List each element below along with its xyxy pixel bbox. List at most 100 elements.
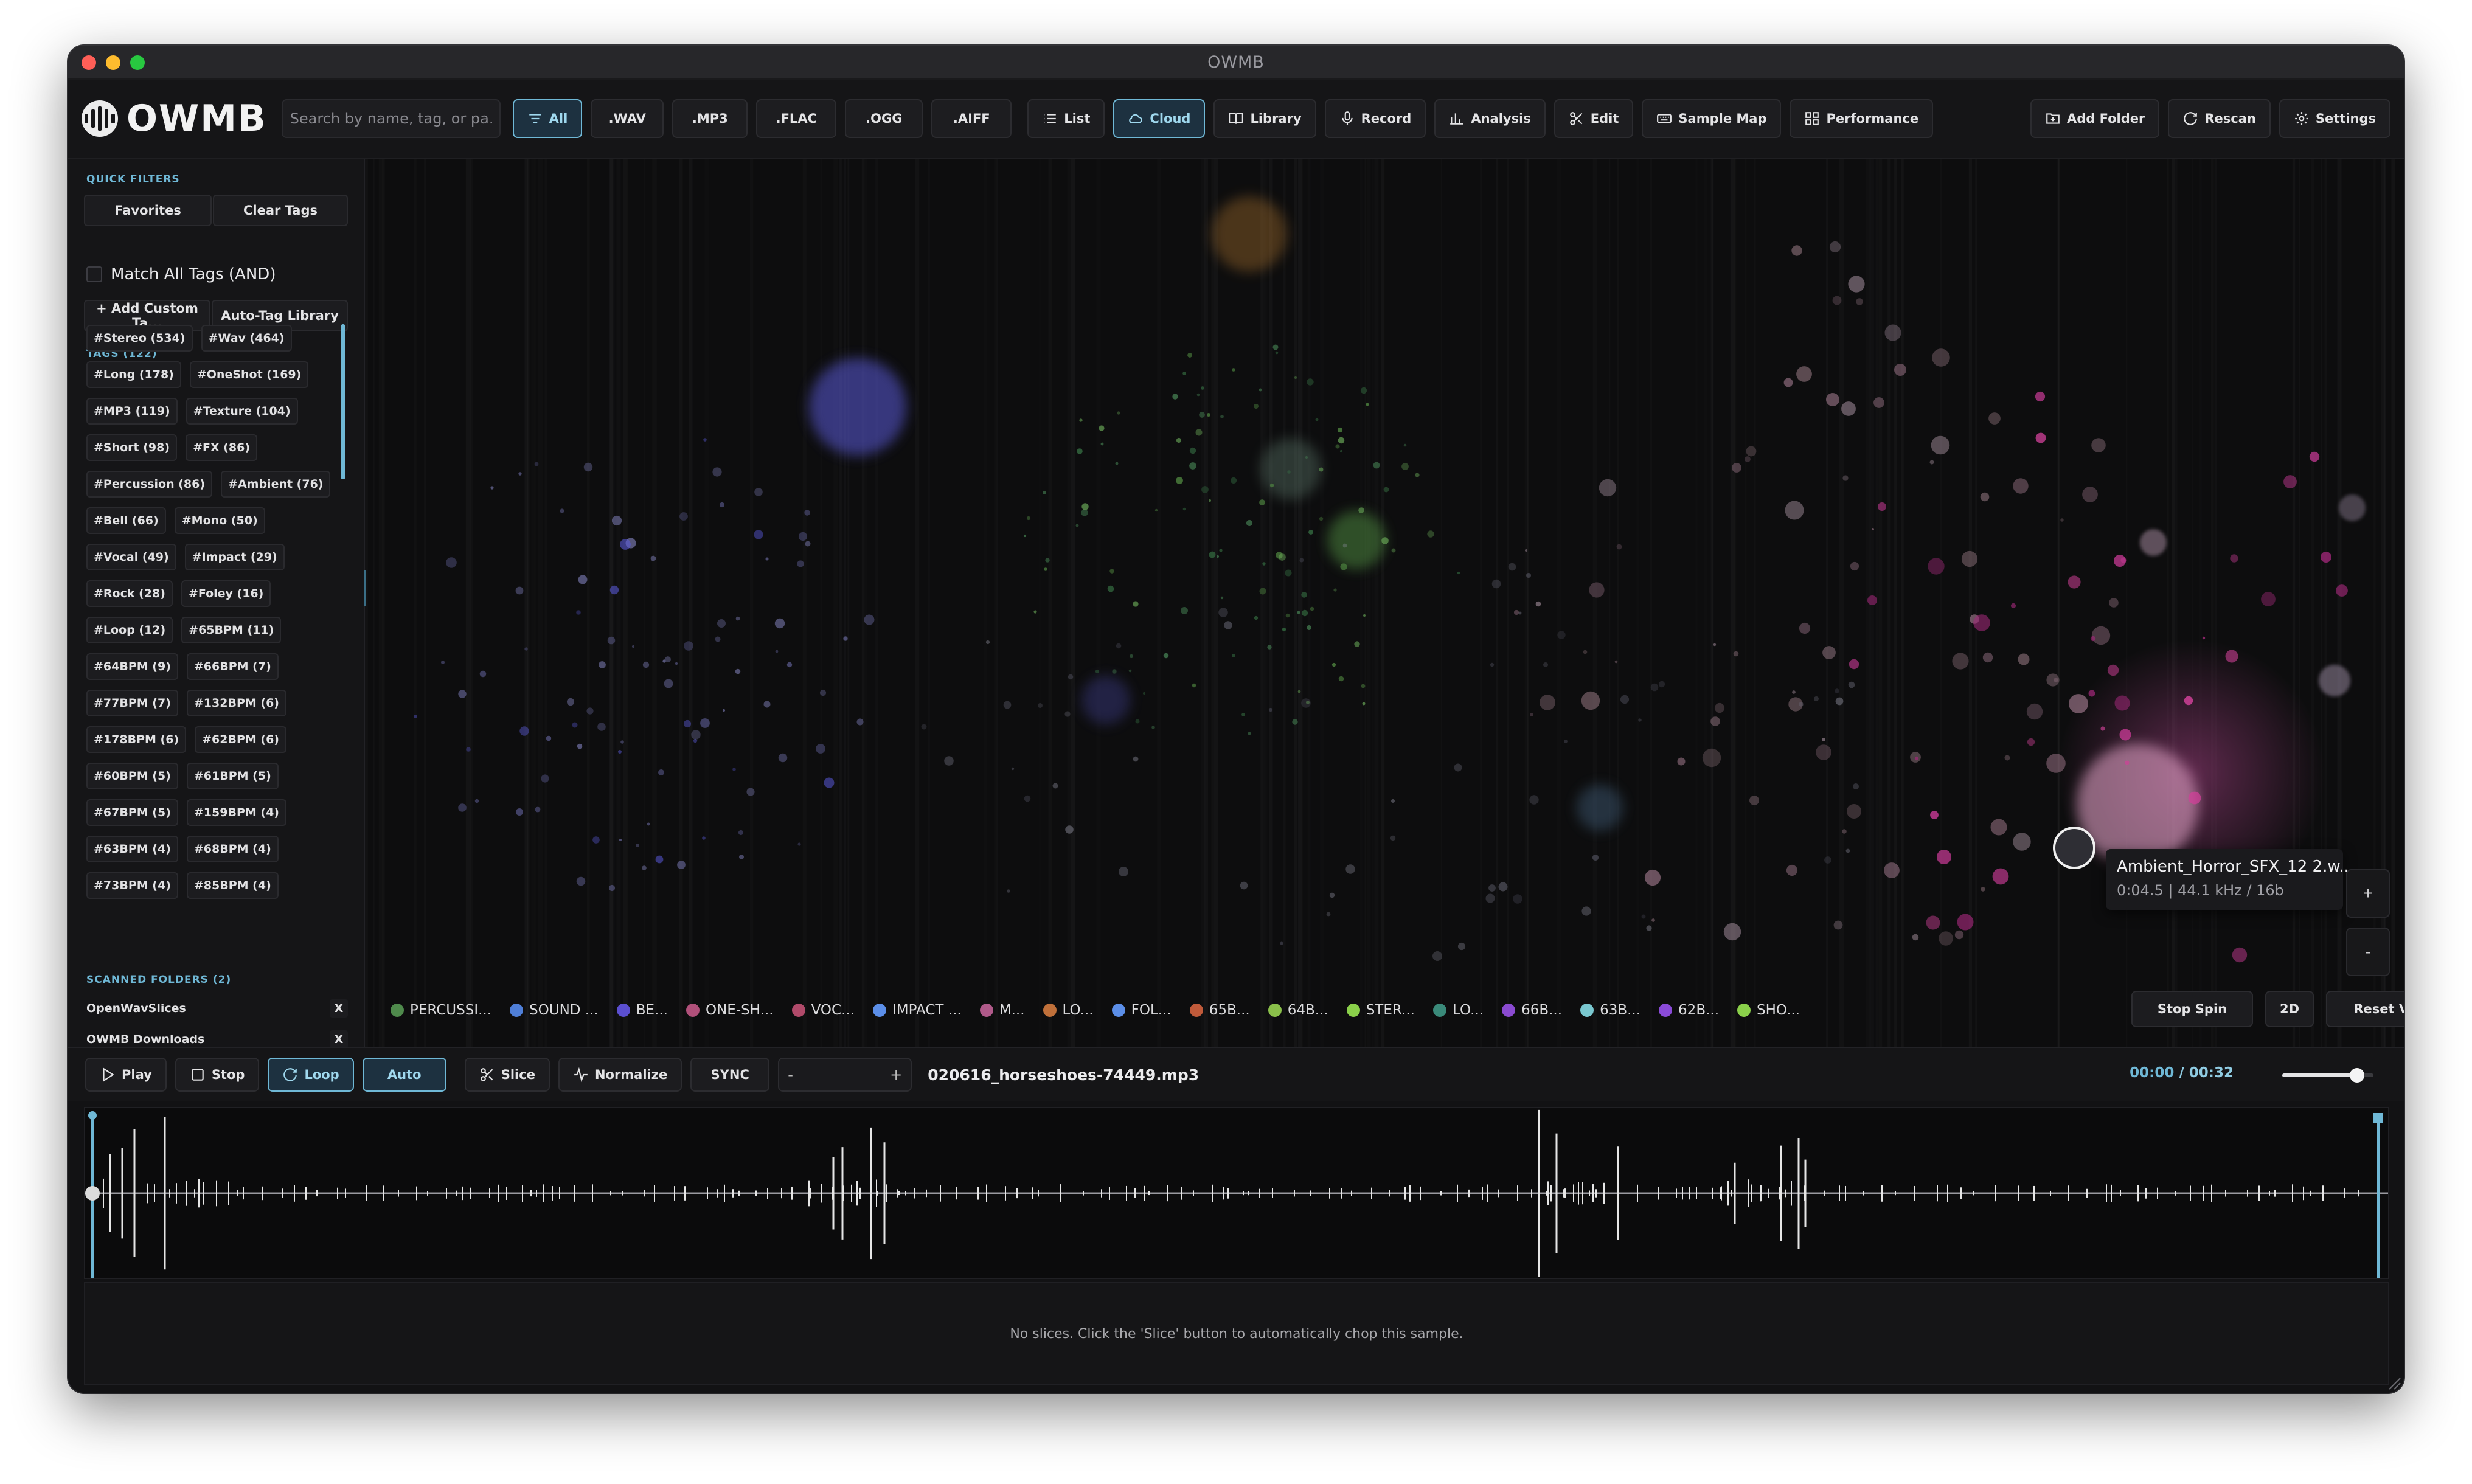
sample-point[interactable] bbox=[642, 661, 650, 668]
view-record-button[interactable]: Record bbox=[1324, 99, 1426, 138]
sample-point[interactable] bbox=[647, 822, 650, 826]
sample-point[interactable] bbox=[1052, 783, 1058, 789]
sample-point[interactable] bbox=[1230, 477, 1237, 484]
sample-point[interactable] bbox=[1786, 864, 1798, 876]
sample-point[interactable] bbox=[1733, 651, 1739, 657]
sample-point[interactable] bbox=[441, 661, 445, 664]
sample-point[interactable] bbox=[774, 618, 785, 629]
sample-point[interactable] bbox=[797, 842, 801, 846]
sample-point[interactable] bbox=[1518, 611, 1522, 615]
sample-point[interactable] bbox=[2026, 703, 2043, 720]
sample-point[interactable] bbox=[1849, 659, 1859, 670]
filter-wav-button[interactable]: .WAV bbox=[591, 99, 664, 138]
sample-point[interactable] bbox=[797, 560, 804, 567]
sample-point[interactable] bbox=[1848, 276, 1865, 293]
sample-point[interactable] bbox=[1488, 884, 1496, 892]
sample-point[interactable] bbox=[466, 747, 471, 752]
sample-point[interactable] bbox=[1007, 889, 1010, 893]
sample-point[interactable] bbox=[1540, 695, 1555, 710]
sample-point[interactable] bbox=[642, 865, 647, 870]
sample-point[interactable] bbox=[1872, 528, 1874, 530]
sample-point[interactable] bbox=[1616, 544, 1622, 550]
rescan-button[interactable]: Rescan bbox=[2168, 99, 2271, 138]
sample-point[interactable] bbox=[715, 636, 721, 642]
sample-point[interactable] bbox=[2091, 626, 2111, 645]
tag-chip[interactable]: #132BPM (6) bbox=[186, 690, 286, 716]
sample-point[interactable] bbox=[519, 726, 529, 736]
sample-point[interactable] bbox=[1485, 893, 1495, 903]
sample-point[interactable] bbox=[1033, 610, 1037, 614]
sample-point[interactable] bbox=[1931, 435, 1950, 455]
sample-point[interactable] bbox=[1961, 550, 1978, 567]
sample-point[interactable] bbox=[446, 557, 457, 568]
sample-point[interactable] bbox=[1535, 601, 1541, 607]
sample-point[interactable] bbox=[1954, 930, 1964, 940]
sample-point[interactable] bbox=[599, 661, 606, 668]
sample-point[interactable] bbox=[1702, 748, 1721, 768]
sample-point[interactable] bbox=[1248, 732, 1251, 735]
sample-point[interactable] bbox=[658, 769, 664, 775]
tag-chip[interactable]: #68BPM (4) bbox=[186, 836, 279, 862]
sample-point[interactable] bbox=[1297, 611, 1300, 614]
stop-button[interactable]: Stop bbox=[175, 1058, 260, 1092]
sample-point[interactable] bbox=[2261, 592, 2276, 606]
sample-point[interactable] bbox=[1583, 650, 1588, 654]
sample-point[interactable] bbox=[1842, 829, 1847, 834]
sample-point[interactable] bbox=[1172, 394, 1178, 400]
bpm-decrement-button[interactable]: - bbox=[788, 1066, 793, 1083]
sample-point[interactable] bbox=[1310, 606, 1314, 611]
sample-point[interactable] bbox=[2035, 391, 2046, 402]
tag-chip[interactable]: #Vocal (49) bbox=[86, 544, 176, 570]
sample-point[interactable] bbox=[1279, 553, 1286, 561]
sample-point[interactable] bbox=[1023, 534, 1027, 538]
sample-point[interactable] bbox=[516, 808, 523, 816]
view-cloud-button[interactable]: Cloud bbox=[1113, 99, 1206, 138]
close-window-button[interactable] bbox=[82, 55, 96, 70]
sample-point[interactable] bbox=[1308, 530, 1313, 535]
sample-point[interactable] bbox=[2339, 494, 2366, 521]
filter-all-button[interactable]: All bbox=[512, 99, 583, 138]
sample-point[interactable] bbox=[765, 557, 769, 561]
sample-point[interactable] bbox=[1457, 942, 1466, 951]
sample-point[interactable] bbox=[1297, 690, 1301, 693]
sample-point[interactable] bbox=[665, 656, 671, 662]
sample-point[interactable] bbox=[1259, 588, 1266, 595]
sample-point[interactable] bbox=[1107, 585, 1114, 592]
sample-point[interactable] bbox=[1982, 652, 1993, 663]
tag-chip[interactable]: #Long (178) bbox=[86, 361, 181, 388]
sample-point[interactable] bbox=[1117, 411, 1120, 415]
view-mode-2d-button[interactable]: 2D bbox=[2265, 991, 2314, 1027]
folder-item[interactable]: OpenWavSlices X bbox=[86, 999, 348, 1018]
tag-chip[interactable]: #77BPM (7) bbox=[86, 690, 178, 716]
sample-point[interactable] bbox=[1232, 368, 1235, 372]
sample-point[interactable] bbox=[1182, 372, 1186, 375]
sample-point[interactable] bbox=[1216, 555, 1220, 558]
tag-chip[interactable]: #FX (86) bbox=[186, 434, 258, 461]
sample-point[interactable] bbox=[1218, 608, 1228, 617]
sample-point[interactable] bbox=[1285, 569, 1292, 577]
sample-point[interactable] bbox=[1732, 463, 1741, 473]
sample-point[interactable] bbox=[611, 515, 622, 526]
sample-point[interactable] bbox=[1301, 698, 1311, 708]
sample-point[interactable] bbox=[1677, 757, 1686, 766]
sample-point[interactable] bbox=[1845, 848, 1850, 853]
legend-item[interactable]: SHO... bbox=[1737, 1002, 1800, 1018]
sample-point[interactable] bbox=[1285, 613, 1290, 618]
sample-point[interactable] bbox=[683, 719, 692, 728]
sample-point[interactable] bbox=[664, 679, 673, 688]
zoom-out-button[interactable]: - bbox=[2346, 928, 2390, 976]
sample-point[interactable] bbox=[515, 586, 524, 595]
sample-point-large[interactable] bbox=[1212, 196, 1287, 272]
sample-point[interactable] bbox=[1589, 582, 1605, 598]
sample-point[interactable] bbox=[1240, 881, 1248, 890]
favorites-button[interactable]: Favorites bbox=[84, 195, 212, 226]
sample-point[interactable] bbox=[1338, 437, 1345, 444]
sample-point[interactable] bbox=[1723, 923, 1741, 941]
sample-point[interactable] bbox=[1644, 869, 1661, 886]
sample-point[interactable] bbox=[1220, 596, 1224, 600]
sample-point[interactable] bbox=[1201, 486, 1209, 493]
sample-point[interactable] bbox=[843, 636, 848, 641]
tag-chip[interactable]: #Stereo (534) bbox=[86, 325, 193, 352]
sample-point[interactable] bbox=[1294, 376, 1297, 380]
legend-item[interactable]: LO... bbox=[1043, 1002, 1094, 1018]
